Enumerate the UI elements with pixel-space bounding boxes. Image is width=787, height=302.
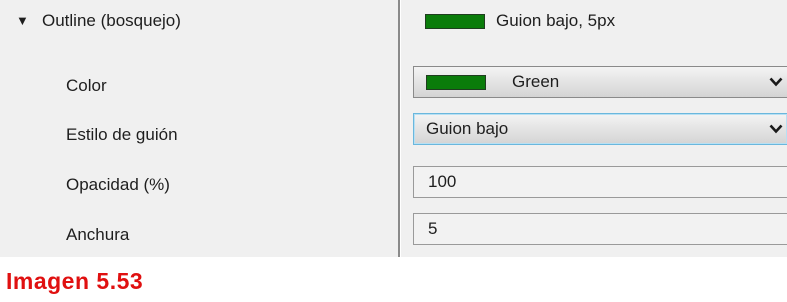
color-swatch bbox=[426, 75, 486, 90]
outline-section-header[interactable]: ▼ Outline (bosquejo) Guion bajo, 5px bbox=[0, 3, 787, 39]
section-summary: Guion bajo, 5px bbox=[496, 11, 616, 30]
dash-style-select[interactable]: Guion bajo bbox=[413, 113, 787, 145]
section-label: Outline (bosquejo) bbox=[42, 11, 181, 30]
opacity-label: Opacidad (%) bbox=[66, 175, 170, 194]
width-value: 5 bbox=[428, 219, 438, 238]
dash-style-value: Guion bajo bbox=[426, 119, 509, 138]
width-input[interactable]: 5 bbox=[413, 213, 787, 245]
summary-color-swatch bbox=[425, 14, 485, 29]
color-select[interactable]: Green bbox=[413, 66, 787, 98]
triangle-down-icon[interactable]: ▼ bbox=[16, 11, 29, 31]
opacity-value: 100 bbox=[428, 172, 457, 191]
property-grid: ▼ Outline (bosquejo) Guion bajo, 5px Col… bbox=[0, 0, 787, 257]
color-label: Color bbox=[66, 76, 107, 95]
color-value: Green bbox=[512, 72, 560, 91]
chevron-down-icon[interactable] bbox=[769, 76, 783, 88]
opacity-input[interactable]: 100 bbox=[413, 166, 787, 198]
chevron-down-icon[interactable] bbox=[769, 123, 783, 135]
width-label: Anchura bbox=[66, 225, 130, 244]
figure-caption: Imagen 5.53 bbox=[6, 268, 144, 294]
dash-style-label: Estilo de guión bbox=[66, 125, 178, 144]
